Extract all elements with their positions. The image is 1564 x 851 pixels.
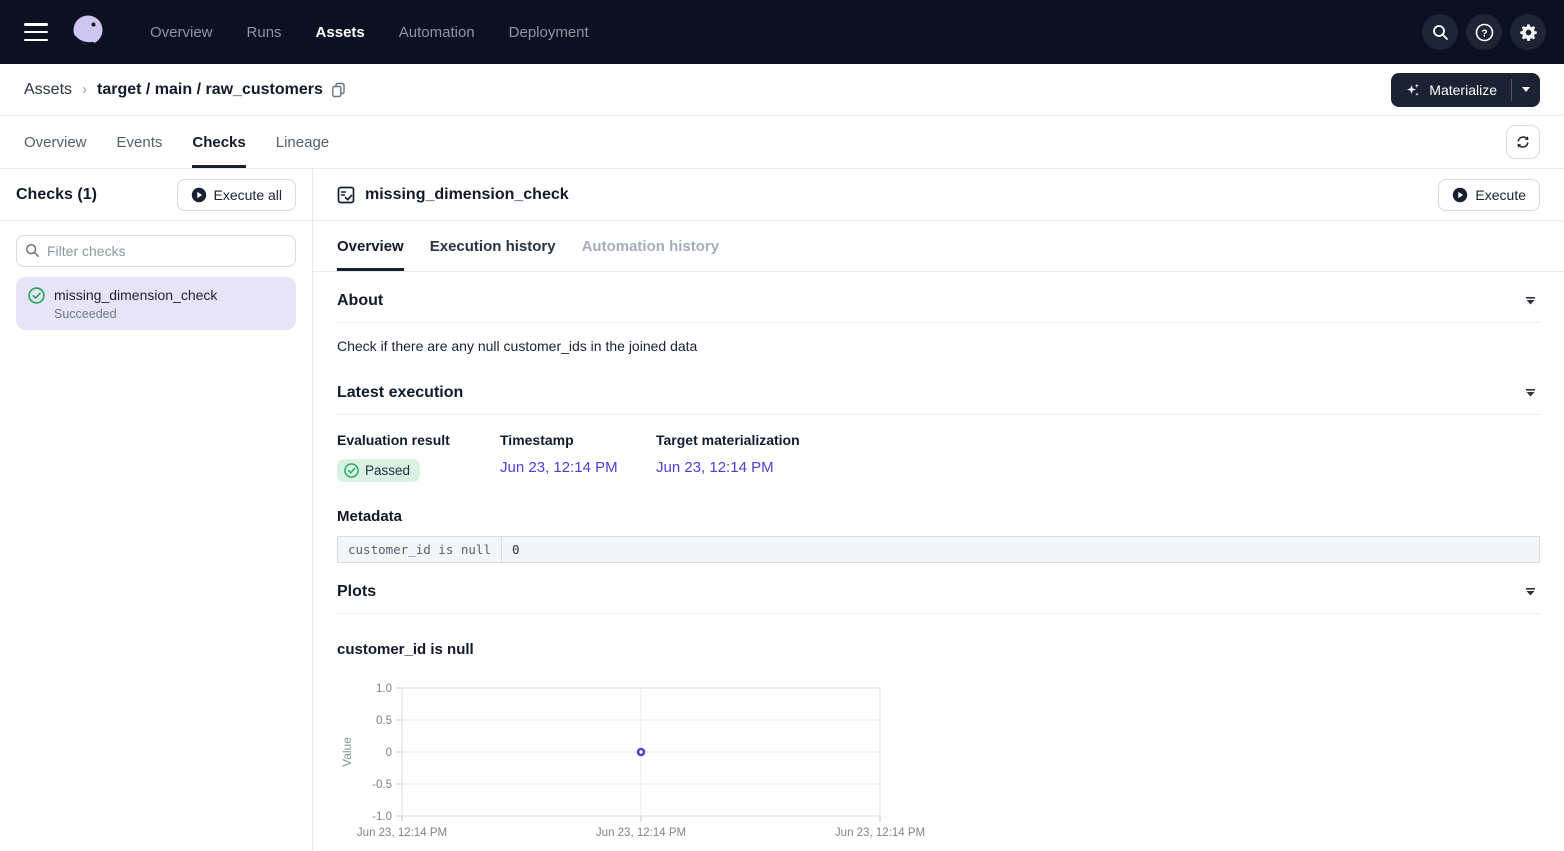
check-list-item[interactable]: missing_dimension_check Succeeded xyxy=(16,277,296,330)
col-evaluation-result: Evaluation result xyxy=(337,432,500,448)
gear-icon xyxy=(1519,23,1538,42)
svg-text:0: 0 xyxy=(386,747,392,759)
about-description: Check if there are any null customer_ids… xyxy=(337,338,1540,354)
svg-text:?: ? xyxy=(1481,27,1487,39)
hamburger-menu-icon[interactable] xyxy=(24,23,48,41)
nav-item-overview[interactable]: Overview xyxy=(150,24,213,41)
materialize-button[interactable]: Materialize xyxy=(1391,73,1511,107)
search-button[interactable] xyxy=(1422,14,1458,50)
help-button[interactable]: ? xyxy=(1466,14,1502,50)
materialize-split-button: Materialize xyxy=(1391,73,1540,107)
execute-button[interactable]: Execute xyxy=(1438,179,1540,211)
latest-execution-collapse-button[interactable] xyxy=(1521,385,1540,401)
svg-text:Jun 23, 12:14 PM: Jun 23, 12:14 PM xyxy=(357,827,447,839)
collapse-caret-icon xyxy=(1525,389,1536,397)
scatter-chart: 1.0 0.5 0 -0.5 -1.0 Jun 23, 12:14 PM Jun 23, 1… xyxy=(337,680,987,850)
plots-heading: Plots xyxy=(337,583,376,601)
nav-item-assets[interactable]: Assets xyxy=(316,24,365,41)
col-timestamp: Timestamp xyxy=(500,432,656,448)
settings-button[interactable] xyxy=(1510,14,1546,50)
passed-label: Passed xyxy=(365,463,410,478)
value-plot: 1.0 0.5 0 -0.5 -1.0 Jun 23, 12:14 PM Jun 23, 1… xyxy=(337,680,1540,851)
detail-tab-automation-history[interactable]: Automation history xyxy=(582,221,720,271)
sparkles-icon xyxy=(1405,82,1421,98)
play-circle-icon xyxy=(1452,187,1468,203)
plot-title: customer_id is null xyxy=(337,641,1540,658)
svg-text:Jun 23, 12:14 PM: Jun 23, 12:14 PM xyxy=(596,827,686,839)
svg-text:0.5: 0.5 xyxy=(376,715,392,727)
tab-lineage[interactable]: Lineage xyxy=(276,116,329,168)
svg-text:-0.5: -0.5 xyxy=(372,779,392,791)
detail-tab-bar: Overview Execution history Automation hi… xyxy=(313,221,1564,272)
check-name: missing_dimension_check xyxy=(54,286,217,304)
materialize-label: Materialize xyxy=(1429,82,1497,98)
svg-text:-1.0: -1.0 xyxy=(372,811,392,823)
metadata-value: 0 xyxy=(502,537,1540,563)
filter-search-icon xyxy=(25,243,40,263)
materialize-dropdown-button[interactable] xyxy=(1512,73,1540,107)
check-status: Succeeded xyxy=(54,307,217,321)
svg-text:Jun 23, 12:14 PM: Jun 23, 12:14 PM xyxy=(835,827,925,839)
timestamp-link[interactable]: Jun 23, 12:14 PM xyxy=(500,459,618,476)
dagster-logo-icon[interactable] xyxy=(66,11,108,53)
check-detail-title: missing_dimension_check xyxy=(365,186,569,204)
check-circle-icon xyxy=(28,287,45,304)
breadcrumb-bar: Assets › target / main / raw_customers M… xyxy=(0,64,1564,116)
checks-sidebar: Checks (1) Execute all xyxy=(0,169,313,851)
search-icon xyxy=(1432,24,1449,41)
svg-text:Value: Value xyxy=(340,737,354,767)
refresh-button[interactable] xyxy=(1506,125,1540,159)
tab-checks[interactable]: Checks xyxy=(192,116,245,168)
metadata-table: customer_id is null 0 xyxy=(337,536,1540,563)
passed-badge: Passed xyxy=(337,459,420,482)
plots-collapse-button[interactable] xyxy=(1521,584,1540,600)
top-nav: Overview Runs Assets Automation Deployme… xyxy=(0,0,1564,64)
breadcrumb-asset-path: target / main / raw_customers xyxy=(97,81,323,99)
play-circle-icon xyxy=(191,187,207,203)
col-target-materialization: Target materialization xyxy=(656,432,1540,448)
filter-checks-input[interactable] xyxy=(16,235,296,267)
tab-overview[interactable]: Overview xyxy=(24,116,87,168)
execute-all-button[interactable]: Execute all xyxy=(177,179,296,211)
execute-all-label: Execute all xyxy=(214,187,282,203)
collapse-caret-icon xyxy=(1525,297,1536,305)
nav-item-runs[interactable]: Runs xyxy=(247,24,282,41)
execute-label: Execute xyxy=(1475,187,1526,203)
about-collapse-button[interactable] xyxy=(1521,293,1540,309)
metadata-heading: Metadata xyxy=(337,508,1540,525)
asset-tab-bar: Overview Events Checks Lineage xyxy=(0,116,1564,169)
target-materialization-link[interactable]: Jun 23, 12:14 PM xyxy=(656,459,774,476)
breadcrumb-assets-link[interactable]: Assets xyxy=(24,81,72,99)
chevron-down-icon xyxy=(1522,87,1530,92)
tab-events[interactable]: Events xyxy=(117,116,163,168)
nav-item-deployment[interactable]: Deployment xyxy=(509,24,589,41)
checks-panel-title: Checks (1) xyxy=(16,186,97,204)
refresh-icon xyxy=(1515,134,1531,150)
about-heading: About xyxy=(337,292,383,310)
check-detail-panel: missing_dimension_check Execute Overview… xyxy=(313,169,1564,851)
latest-execution-heading: Latest execution xyxy=(337,384,463,402)
detail-tab-execution-history[interactable]: Execution history xyxy=(430,221,556,271)
latest-execution-summary: Evaluation result Passed Timestamp J xyxy=(337,432,1540,482)
svg-text:1.0: 1.0 xyxy=(376,683,392,695)
help-icon: ? xyxy=(1475,23,1494,42)
check-circle-icon xyxy=(344,463,359,478)
metadata-key: customer_id is null xyxy=(338,537,502,563)
nav-item-automation[interactable]: Automation xyxy=(399,24,475,41)
metadata-row: customer_id is null 0 xyxy=(338,537,1540,563)
breadcrumb-chevron-icon: › xyxy=(82,81,87,98)
detail-scroll-area: About Check if there are any null custom… xyxy=(313,272,1564,851)
detail-tab-overview[interactable]: Overview xyxy=(337,221,404,271)
check-asset-icon xyxy=(337,186,355,204)
primary-nav: Overview Runs Assets Automation Deployme… xyxy=(150,24,589,41)
copy-icon[interactable] xyxy=(331,82,346,98)
collapse-caret-icon xyxy=(1525,588,1536,596)
